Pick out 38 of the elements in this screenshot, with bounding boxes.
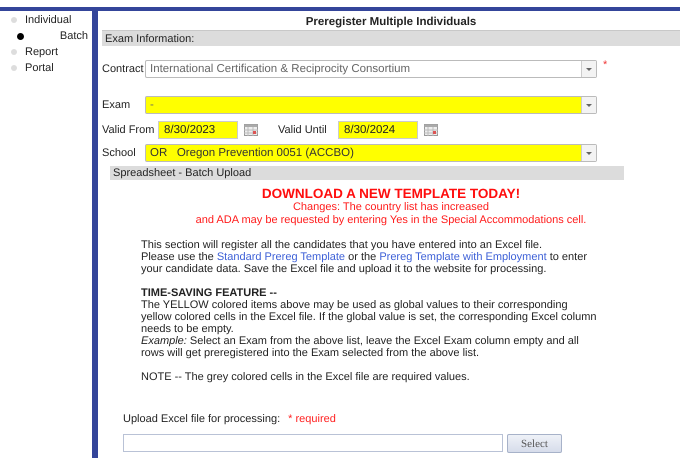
example-text: Example: Select an Exam from the above list, leave the Excel Exam column empty and all rows will get preregistered into the Exam selected from the above list.: [141, 335, 580, 359]
contract-dropdown[interactable]: International Certification & Reciprocity Consortium: [145, 60, 597, 78]
upload-label: Upload Excel file for processing:: [123, 413, 280, 425]
dropdown-caret-icon[interactable]: [581, 144, 596, 160]
calendar-icon[interactable]: [424, 124, 438, 136]
sidebar-item[interactable]: Report: [25, 46, 58, 58]
note-text: NOTE -- The grey colored cells in the Excel file are required values.: [141, 371, 471, 383]
field-label: Contract: [102, 62, 145, 74]
required-mark: *: [603, 59, 608, 71]
date-field[interactable]: 8/30/2024: [338, 120, 418, 138]
required-note: * required: [288, 413, 336, 425]
notice-text: Changes: The country list has increased: [292, 201, 490, 214]
sidebar-item[interactable]: Individual: [25, 14, 72, 26]
template-link[interactable]: Standard Prereg Template: [216, 251, 346, 263]
dropdown-caret-icon[interactable]: [581, 60, 596, 76]
section-header: Exam Information:: [102, 30, 680, 46]
page-title: Preregister Multiple Individuals: [304, 15, 478, 30]
file-field[interactable]: [123, 434, 503, 452]
exam-dropdown[interactable]: -: [145, 96, 597, 114]
field-label: Exam: [102, 98, 132, 110]
sidebar-item[interactable]: Batch: [60, 30, 88, 42]
feature-text: The YELLOW colored items above may be used as global values to their corresponding yellow colored cells in the Excel file. If the global value is set, the corresponding Excel column needs to be empty.: [141, 299, 598, 335]
notice-text: and ADA may be requested by entering Yes in the Special Accommodations cell.: [194, 214, 588, 227]
intro-text: This section will register all the candidates that you have entered into an Excel file.: [141, 239, 544, 251]
dropdown-caret-icon[interactable]: [581, 96, 596, 112]
instructions-text: Please use the Standard Prereg Template or the Prereg Template with Employment to enter your candidate data. Save the Excel file and upload it to the website for processing.: [141, 251, 588, 275]
template-link[interactable]: Prereg Template with Employment: [379, 251, 547, 263]
calendar-icon[interactable]: [244, 124, 258, 136]
field-label: Valid From: [102, 124, 156, 136]
feature-heading: TIME-SAVING FEATURE --: [141, 287, 278, 299]
field-label: School: [102, 146, 137, 158]
field-label: Valid Until: [278, 124, 328, 136]
select-button[interactable]: Select: [507, 434, 562, 453]
school-dropdown[interactable]: OR Oregon Prevention 0051 (ACCBO): [145, 144, 597, 162]
date-field[interactable]: 8/30/2023: [158, 120, 238, 138]
sidebar-item[interactable]: Portal: [25, 62, 54, 74]
section-header: Spreadsheet - Batch Upload: [110, 166, 624, 180]
headline: DOWNLOAD A NEW TEMPLATE TODAY!: [260, 186, 522, 201]
